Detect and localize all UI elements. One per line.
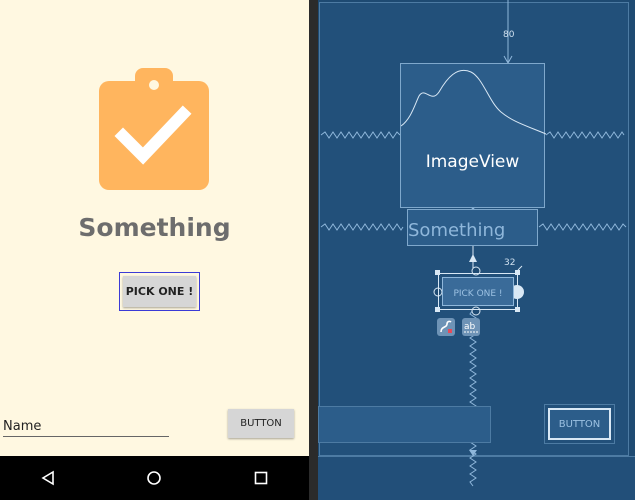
button-placeholder[interactable]: BUTTON	[544, 404, 615, 444]
baseline-text-icon[interactable]: ab	[462, 318, 480, 336]
button[interactable]: BUTTON	[228, 409, 294, 438]
home-icon[interactable]	[134, 456, 174, 500]
right-margin-label: 32	[504, 258, 516, 268]
back-icon[interactable]	[28, 456, 68, 500]
title-text: Something	[78, 213, 231, 242]
image-preview-curve	[401, 70, 546, 135]
textview-label: Something	[408, 220, 506, 241]
button-placeholder-label: BUTTON	[558, 419, 601, 430]
clipboard-check-icon	[99, 68, 209, 190]
name-field[interactable]	[3, 416, 169, 437]
pick-button-placeholder-label: PICK ONE !	[453, 289, 503, 299]
blueprint-view: 80 32 ImageView Something PICK ONE ! ab …	[318, 0, 635, 500]
pick-one-button[interactable]: PICK ONE !	[123, 276, 196, 307]
svg-text:ab: ab	[464, 322, 476, 332]
imageview-placeholder[interactable]: ImageView	[400, 63, 546, 208]
navigation-bar	[0, 456, 309, 500]
top-margin-label: 80	[503, 30, 515, 40]
name-field-placeholder[interactable]	[318, 406, 491, 443]
panel-divider	[309, 0, 318, 500]
phone-preview: Something PICK ONE ! BUTTON	[0, 0, 309, 500]
imageview-label: ImageView	[425, 152, 520, 172]
chain-constraint-icon[interactable]	[437, 318, 455, 336]
recents-icon[interactable]	[241, 456, 281, 500]
textview-placeholder[interactable]: Something	[407, 209, 538, 246]
pick-button-selection: PICK ONE !	[119, 272, 200, 311]
pick-button-placeholder[interactable]: PICK ONE !	[438, 273, 518, 310]
